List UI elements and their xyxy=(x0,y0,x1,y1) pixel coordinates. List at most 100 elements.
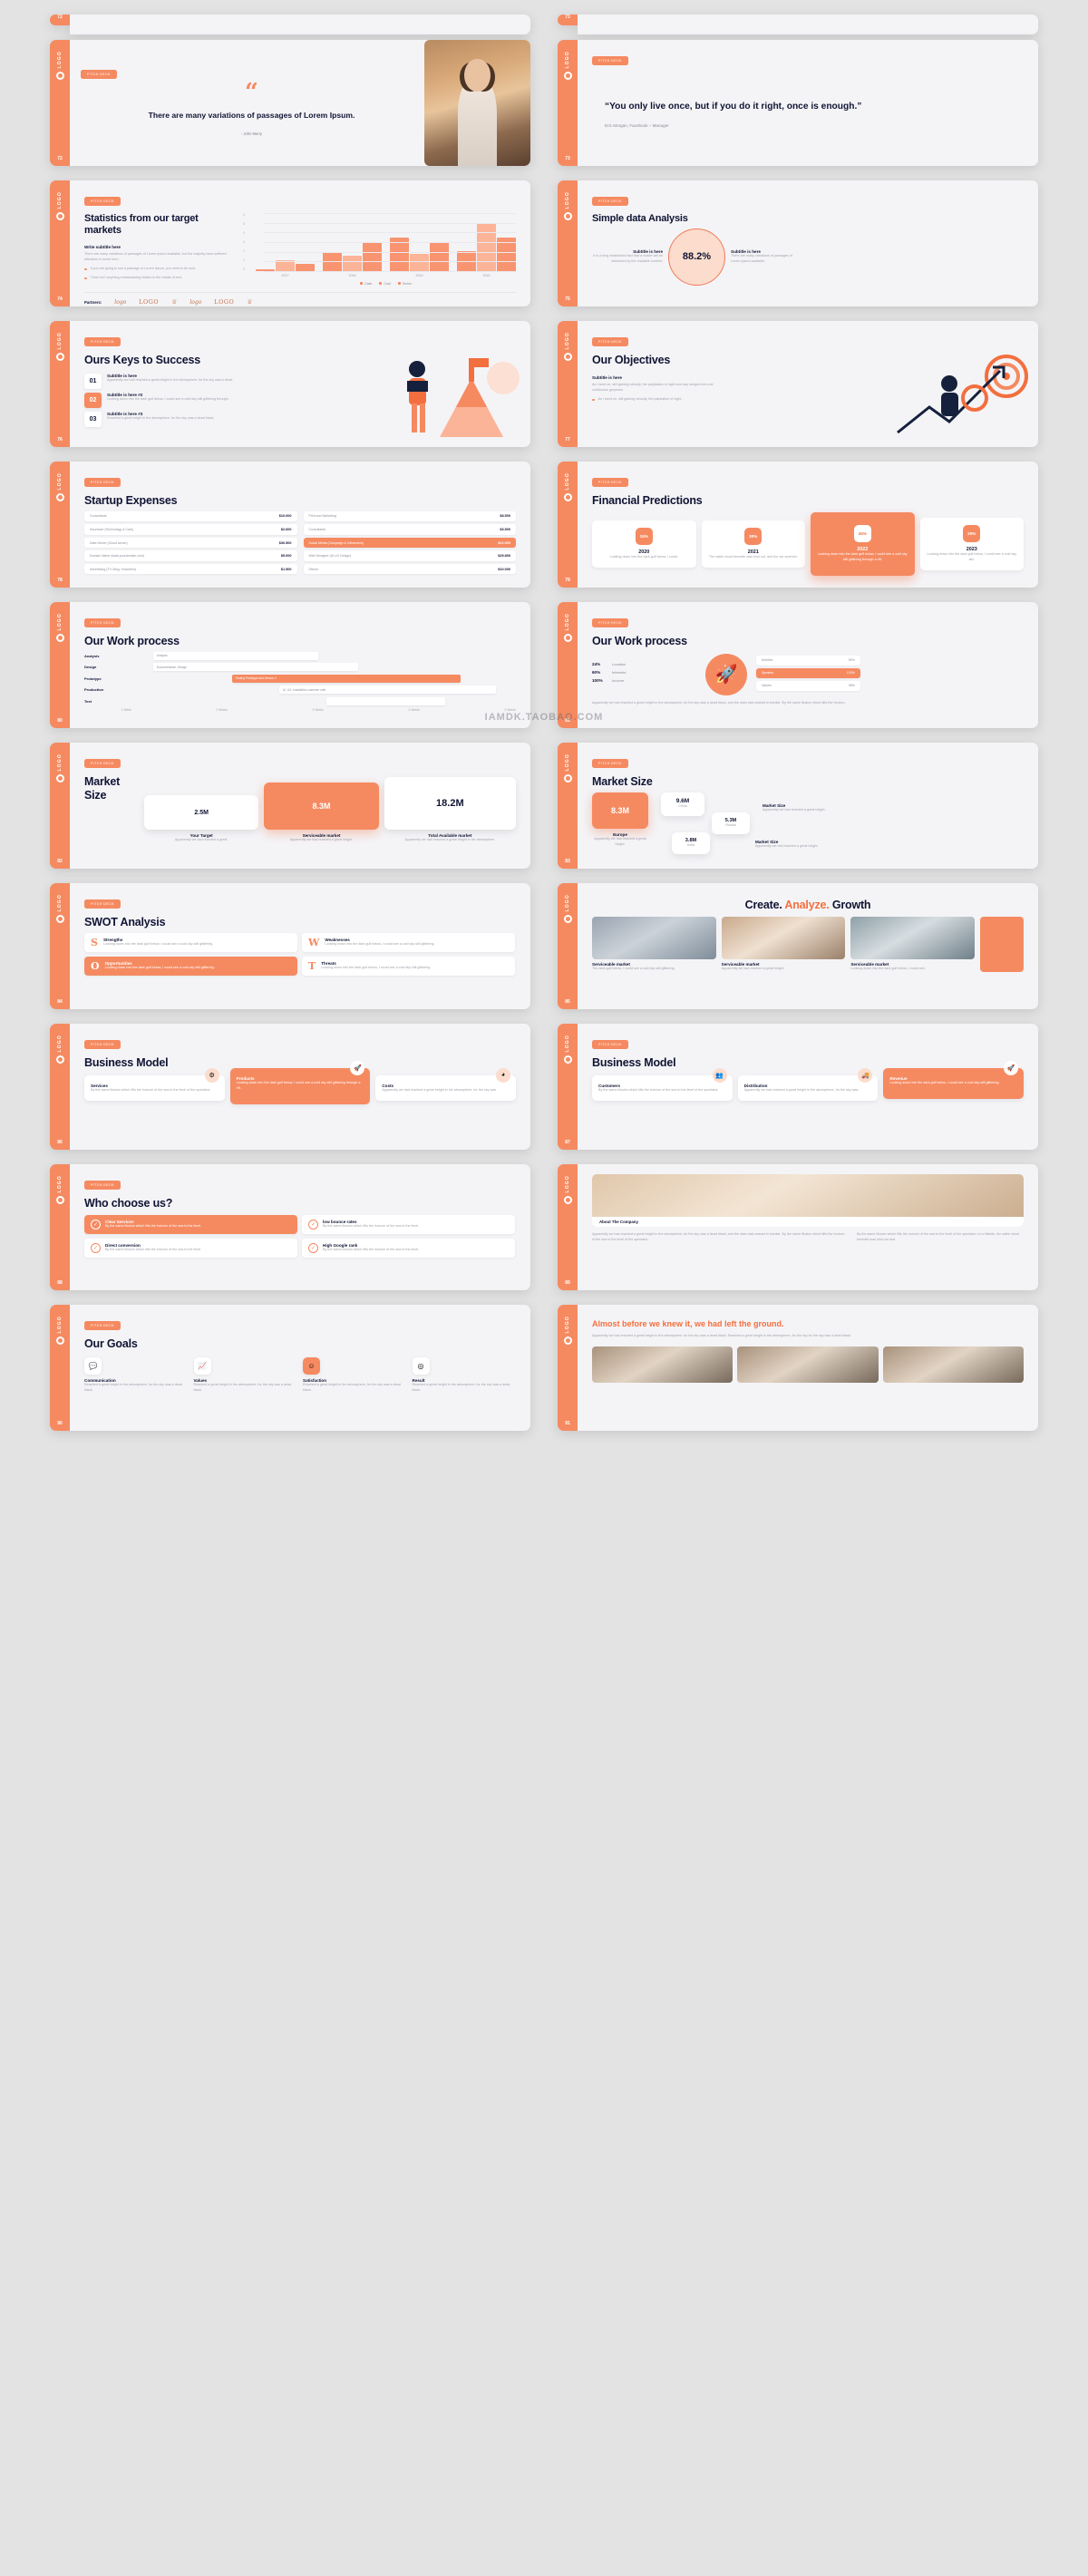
gantt-row[interactable]: Design Documentation, Design xyxy=(84,663,516,672)
logo-label: LOGO xyxy=(565,472,570,491)
thumb-card[interactable]: Serviceable market The dark gulf below, … xyxy=(592,916,716,972)
model-card[interactable]: 🚀 Revenue Looking down into the dark gul… xyxy=(883,1060,1025,1099)
slide-statistics[interactable]: LOGO 74 PITCH DECK Statistics from our t… xyxy=(50,180,530,306)
page-number: 81 xyxy=(565,718,570,724)
model-card[interactable]: 👥 Customers By the same illusion which l… xyxy=(592,1067,733,1101)
item-body: Apparently we had reached a great height… xyxy=(107,377,233,382)
table-row[interactable]: Data Server (Cloud server) $30.500 xyxy=(84,537,297,549)
gantt-row[interactable]: Analysis Analysis xyxy=(84,651,516,660)
bar-Series xyxy=(296,264,316,271)
table-row[interactable]: Consultants $10.000 xyxy=(84,510,297,521)
list-item[interactable]: 02 Subtitle is here #2 Looking down into… xyxy=(84,392,257,408)
slide-create-analyze-growth[interactable]: LOGO 85 Create. Analyze. Growth Servicea… xyxy=(558,883,1038,1009)
slide-cropped-left[interactable]: 72 xyxy=(50,15,530,34)
table-row[interactable]: Print and Marketing $8.500 xyxy=(303,510,516,521)
gantt-bar[interactable]: Documentation, Design xyxy=(152,663,358,672)
slide-market-size-1[interactable]: LOGO 82 PITCH DECK Market Size 2.5M Your… xyxy=(50,743,530,869)
swot-card[interactable]: O Opportunities Looking down into the da… xyxy=(84,956,297,976)
table-row[interactable]: Others $10.000 xyxy=(303,564,516,575)
slide-keys-to-success[interactable]: LOGO 76 PITCH DECK Ours Keys to Success … xyxy=(50,321,530,447)
slide-why-choose-us[interactable]: LOGO 88 PITCH DECK Who choose us? ✓ Clea… xyxy=(50,1164,530,1290)
slide-business-model-2[interactable]: LOGO 87 PITCH DECK Business Model 👥 Cust… xyxy=(558,1024,1038,1150)
slide-rail: LOGO 72 xyxy=(50,40,70,166)
logo-ring-icon xyxy=(563,492,572,501)
tag-badge: PITCH DECK xyxy=(592,197,628,206)
slide-objectives[interactable]: LOGO 77 PITCH DECK Our Objectives Subtit… xyxy=(558,321,1038,447)
gantt-row[interactable]: Prototype Testing Prototype and Version … xyxy=(84,674,516,683)
slide-rail: LOGO 89 xyxy=(558,1164,578,1290)
model-card[interactable]: 🚚 Distribution Apparently we had reached… xyxy=(737,1067,879,1101)
percent-badge: 45% xyxy=(853,524,871,542)
slide-rail: LOGO 86 xyxy=(50,1024,70,1150)
feature-card[interactable]: ✓ low bounce rates By the same illusion … xyxy=(302,1214,515,1234)
slide-closing[interactable]: LOGO 91 Almost before we knew it, we had… xyxy=(558,1305,1038,1431)
thumb-card[interactable]: Serviceable market Apparently we had rea… xyxy=(721,916,846,972)
page-title: Market Size xyxy=(592,775,653,788)
gantt-bar[interactable]: Testing Prototype and Version 2 xyxy=(231,674,461,683)
feature-body: By the same illusion which lifts the hor… xyxy=(323,1223,420,1228)
slide-row-market: LOGO 82 PITCH DECK Market Size 2.5M Your… xyxy=(50,743,1038,869)
table-row[interactable]: Consultants $3.500 xyxy=(303,524,516,535)
prediction-card[interactable]: 25% 2023 Looking down into the dark gulf… xyxy=(919,517,1024,570)
axis-tick: 2 Weeks xyxy=(216,708,228,713)
slide-work-process-gantt[interactable]: LOGO 80 PITCH DECK Our Work process Anal… xyxy=(50,602,530,728)
goal-card[interactable]: ◎ Result Reached a great height in the a… xyxy=(412,1356,517,1394)
table-row[interactable]: Domain Name (www.yourdomain.com) $5.000 xyxy=(84,550,297,561)
goal-card[interactable]: 💬 Communication Reached a great height i… xyxy=(84,1356,189,1394)
slide-about-company[interactable]: LOGO 89 About The Company Apparently we … xyxy=(558,1164,1038,1290)
feature-card[interactable]: ✓ High Google rank By the same illusion … xyxy=(302,1238,515,1258)
model-card[interactable]: ⚙ Services By the same illusion which li… xyxy=(84,1067,225,1101)
feature-card[interactable]: ✓ Direct conversion By the same illusion… xyxy=(84,1238,297,1258)
slide-business-model-1[interactable]: LOGO 86 PITCH DECK Business Model ⚙ Serv… xyxy=(50,1024,530,1150)
model-card[interactable]: 🚀 Products Looking down into the dark gu… xyxy=(229,1060,371,1104)
slide-analysis[interactable]: LOGO 75 PITCH DECK Simple data Analysis … xyxy=(558,180,1038,306)
slide-quote-image[interactable]: LOGO 72 PITCH DECK “ There are many vari… xyxy=(50,40,530,166)
goal-card[interactable]: ☺ Satisfaction Reached a great height in… xyxy=(303,1356,407,1394)
goal-card[interactable]: 📈 Values Reached a great height in the a… xyxy=(193,1356,298,1394)
gantt-bar[interactable]: Analysis xyxy=(152,651,319,660)
stat-chip[interactable]: Speaker 100% xyxy=(756,667,860,678)
row-value: $8.500 xyxy=(500,514,510,519)
swot-card[interactable]: S Strengths Looking down into the dark g… xyxy=(84,932,297,952)
slide-market-size-2[interactable]: LOGO 83 PITCH DECK Market Size 8.3M Euro… xyxy=(558,743,1038,869)
page-number: 75 xyxy=(565,296,570,302)
logo-ring-icon xyxy=(563,914,572,923)
table-row[interactable]: Web Designer (UI-UX Design) $25.800 xyxy=(303,550,516,561)
table-row[interactable]: Insurance (Technology & Cars) $2.600 xyxy=(84,524,297,535)
slide-startup-expenses[interactable]: LOGO 78 PITCH DECK Startup Expenses Cons… xyxy=(50,462,530,588)
table-row[interactable]: Social Media (Campaign & Influencers) $1… xyxy=(303,537,516,549)
slide-quote-text[interactable]: LOGO 73 PITCH DECK “You only live once, … xyxy=(558,40,1038,166)
swot-card[interactable]: T Threats Looking down into the dark gul… xyxy=(302,956,515,976)
feature-body: By the same illusion which lifts the hor… xyxy=(105,1247,202,1251)
slide-cropped-right[interactable]: 73 xyxy=(558,15,1038,34)
page-number: 86 xyxy=(57,1140,63,1145)
gantt-bar[interactable] xyxy=(326,696,445,705)
list-item[interactable]: 01 Subtitle is here Apparently we had re… xyxy=(84,373,257,389)
slide-financial-predictions[interactable]: LOGO 79 PITCH DECK Financial Predictions… xyxy=(558,462,1038,588)
stat-chip[interactable]: Values 98% xyxy=(756,680,860,691)
metric-body: Apparently we had reached a great. xyxy=(174,838,228,841)
prediction-card[interactable]: 45% 2022 Looking down into the dark gulf… xyxy=(811,511,915,576)
model-card[interactable]: ◕ Costs Apparently we had reached a grea… xyxy=(375,1067,517,1101)
feature-card[interactable]: ✓ Clear Services By the same illusion wh… xyxy=(84,1214,297,1234)
thumb-card[interactable]: Serviceable market Looking down into the… xyxy=(850,916,976,972)
table-row[interactable]: Advertising (TV, Blog, Youtubers) $1.500 xyxy=(84,564,297,575)
swot-card[interactable]: W Weaknesses Looking down into the dark … xyxy=(302,932,515,952)
page-number: 87 xyxy=(565,1140,570,1145)
gantt-bar[interactable]: UI, UX, Installation customer side xyxy=(279,685,497,695)
row-label: Others xyxy=(308,567,319,571)
slide-work-process-stats[interactable]: LOGO 81 PITCH DECK Our Work process 24% … xyxy=(558,602,1038,728)
stat-percent: 24% xyxy=(592,662,601,667)
body-text: As I went on, still gaining velocity, th… xyxy=(592,382,714,392)
list-item[interactable]: 03 Subtitle is here #3 Reached a great h… xyxy=(84,411,257,427)
slide-our-goals[interactable]: LOGO 90 PITCH DECK Our Goals 💬 Communica… xyxy=(50,1305,530,1431)
y-tick: 5 xyxy=(243,222,245,226)
slide-swot[interactable]: LOGO 84 PITCH DECK SWOT Analysis S Stren… xyxy=(50,883,530,1009)
page-title: Simple data Analysis xyxy=(592,213,688,224)
prediction-card[interactable]: 15% 2020 Looking down into the dark gulf… xyxy=(592,520,696,568)
stat-chip[interactable]: Mobiles 50% xyxy=(756,655,860,666)
stat-percent: 98% xyxy=(848,684,855,688)
gantt-row[interactable]: Test xyxy=(84,696,516,705)
gantt-row[interactable]: Production UI, UX, Installation customer… xyxy=(84,685,516,695)
prediction-card[interactable]: 30% 2021 The sable cloud beneath was sho… xyxy=(701,520,805,568)
